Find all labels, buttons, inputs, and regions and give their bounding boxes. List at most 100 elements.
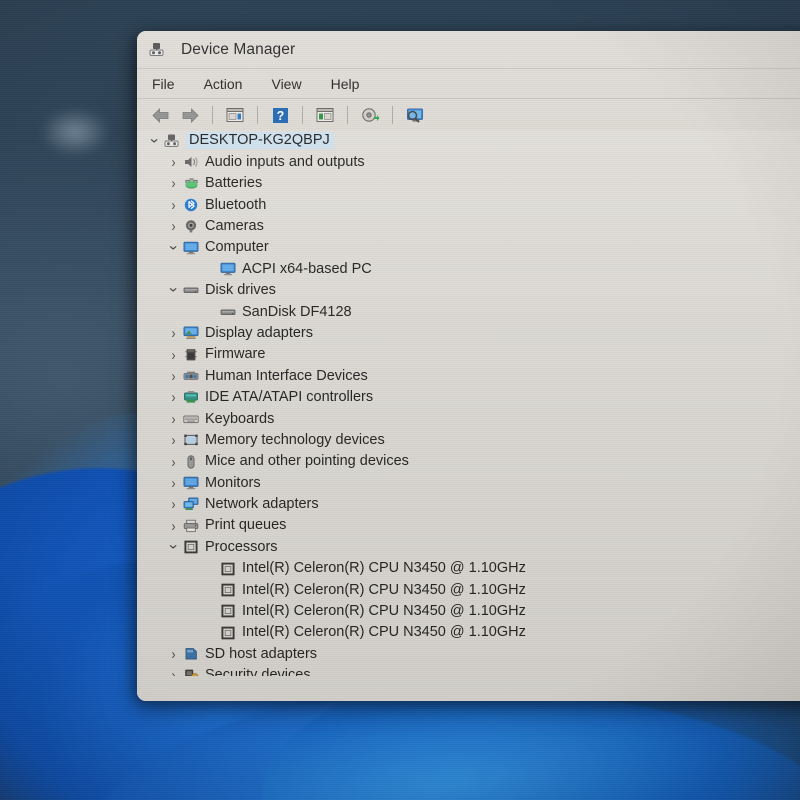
tree-item-label: Firmware (205, 346, 266, 363)
tree-item-label: Human Interface Devices (205, 367, 368, 384)
tree-expander[interactable]: › (165, 518, 182, 533)
tree-item[interactable]: Intel(R) Celeron(R) CPU N3450 @ 1.10GHz (137, 558, 800, 579)
device-tree-list[interactable]: ⌄ DESKTOP-KG2QBPJ › Audio inputs and output… (137, 130, 800, 676)
tree-item-label: Memory technology devices (205, 431, 385, 448)
tree-item[interactable]: › Bluetooth (137, 194, 800, 215)
tree-expander[interactable]: › (165, 668, 182, 676)
tree-item-label: DESKTOP-KG2QBPJ (186, 131, 334, 150)
toolbar[interactable]: ? (137, 99, 800, 132)
bluetooth-icon (182, 197, 199, 212)
tree-expander[interactable]: › (165, 219, 182, 234)
chevron-right-icon[interactable]: › (172, 647, 176, 662)
tree-expander[interactable]: › (165, 347, 182, 362)
tree-expander[interactable]: ⌄ (165, 238, 182, 254)
chevron-right-icon[interactable]: › (172, 411, 176, 426)
tree-expander[interactable]: › (165, 411, 182, 426)
tree-expander[interactable]: › (165, 326, 182, 341)
tree-item[interactable]: ⌄ DESKTOP-KG2QBPJ (137, 130, 800, 151)
tree-item[interactable]: › Security devices (137, 665, 800, 676)
menu-item-file[interactable]: File (150, 74, 177, 94)
tree-expander[interactable]: › (165, 454, 182, 469)
tree-item[interactable]: › Monitors (137, 472, 800, 493)
tree-expander[interactable]: ⌄ (165, 537, 182, 553)
tree-item[interactable]: ⌄ Processors (137, 536, 800, 557)
tree-item[interactable]: ⌄ Computer (137, 237, 800, 258)
tree-item[interactable]: › Keyboards (137, 408, 800, 429)
tree-item[interactable]: SanDisk DF4128 (137, 301, 800, 322)
tree-expander[interactable]: › (165, 433, 182, 448)
chevron-down-icon[interactable]: ⌄ (167, 238, 181, 252)
tree-item[interactable]: › Network adapters (137, 494, 800, 515)
tree-item[interactable]: › Audio inputs and outputs (137, 151, 800, 172)
tree-expander[interactable]: › (165, 155, 182, 170)
chevron-down-icon[interactable]: ⌄ (148, 131, 162, 145)
tree-item[interactable]: › Memory technology devices (137, 429, 800, 450)
scan-hardware-changes-button[interactable] (402, 103, 428, 127)
chevron-right-icon[interactable]: › (172, 518, 176, 533)
tree-item[interactable]: › Mice and other pointing devices (137, 451, 800, 472)
forward-button[interactable] (177, 103, 203, 127)
tree-item-label: Cameras (205, 218, 264, 234)
tree-item[interactable]: ⌄ Disk drives (137, 280, 800, 301)
tree-item[interactable]: › Batteries (137, 173, 800, 194)
update-driver-button[interactable] (357, 103, 383, 127)
chevron-right-icon[interactable]: › (172, 390, 176, 405)
chevron-right-icon[interactable]: › (172, 433, 176, 448)
window-title: Device Manager (181, 40, 296, 58)
chevron-down-icon[interactable]: ⌄ (167, 537, 181, 551)
title-bar[interactable]: Device Manager (137, 31, 800, 69)
chevron-right-icon[interactable]: › (172, 475, 176, 490)
tree-item[interactable]: › Display adapters (137, 323, 800, 344)
chevron-right-icon[interactable]: › (172, 368, 176, 383)
computer-icon (148, 42, 165, 57)
show-hidden-devices-button[interactable] (312, 103, 338, 127)
tree-expander[interactable]: › (165, 647, 182, 662)
tree-expander[interactable]: ⌄ (146, 131, 163, 147)
chevron-right-icon[interactable]: › (172, 326, 176, 341)
firmware-icon (182, 347, 199, 362)
disk-drive-icon (182, 283, 199, 298)
chevron-right-icon[interactable]: › (172, 668, 176, 676)
device-tree[interactable]: ⌄ DESKTOP-KG2QBPJ › Audio inputs and output… (137, 130, 800, 701)
chevron-right-icon[interactable]: › (172, 497, 176, 512)
tree-item[interactable]: ACPI x64-based PC (137, 258, 800, 279)
menu-item-help[interactable]: Help (329, 74, 362, 94)
tree-item[interactable]: Intel(R) Celeron(R) CPU N3450 @ 1.10GHz (137, 601, 800, 622)
tree-item-label: Network adapters (205, 496, 319, 513)
disk-drive-icon (219, 304, 236, 319)
tree-item-label: Computer (205, 239, 269, 256)
tree-expander[interactable]: › (165, 176, 182, 191)
chevron-right-icon[interactable]: › (172, 454, 176, 469)
tree-expander[interactable]: › (165, 390, 182, 405)
chevron-right-icon[interactable]: › (172, 155, 176, 170)
menu-bar[interactable]: File Action View Help (137, 69, 800, 99)
tree-item[interactable]: › IDE ATA/ATAPI controllers (137, 387, 800, 408)
monitor-icon (219, 262, 236, 277)
monitor-icon (182, 240, 199, 255)
tree-item[interactable]: Intel(R) Celeron(R) CPU N3450 @ 1.10GHz (137, 622, 800, 643)
tree-item[interactable]: › SD host adapters (137, 643, 800, 664)
help-button[interactable]: ? (267, 103, 293, 127)
menu-item-view[interactable]: View (269, 74, 303, 94)
device-manager-window[interactable]: Device Manager File Action View Help ? ⌄… (137, 31, 800, 701)
back-button[interactable] (147, 103, 173, 127)
tree-expander[interactable]: › (165, 497, 182, 512)
chevron-right-icon[interactable]: › (172, 219, 176, 234)
sd-card-icon (182, 647, 199, 662)
tree-item[interactable]: › Print queues (137, 515, 800, 536)
tree-expander[interactable]: ⌄ (165, 281, 182, 296)
chevron-down-icon[interactable]: ⌄ (167, 281, 181, 295)
tree-item[interactable]: Intel(R) Celeron(R) CPU N3450 @ 1.10GHz (137, 579, 800, 600)
processor-icon (219, 561, 236, 576)
menu-item-action[interactable]: Action (202, 74, 245, 94)
tree-expander[interactable]: › (165, 197, 182, 212)
properties-button[interactable] (222, 103, 248, 127)
tree-item[interactable]: › Firmware (137, 344, 800, 365)
chevron-right-icon[interactable]: › (172, 347, 176, 362)
tree-expander[interactable]: › (165, 475, 182, 490)
tree-item[interactable]: › Cameras (137, 216, 800, 237)
chevron-right-icon[interactable]: › (172, 197, 176, 212)
chevron-right-icon[interactable]: › (172, 176, 176, 191)
tree-expander[interactable]: › (165, 368, 182, 383)
tree-item[interactable]: › Human Interface Devices (137, 365, 800, 386)
